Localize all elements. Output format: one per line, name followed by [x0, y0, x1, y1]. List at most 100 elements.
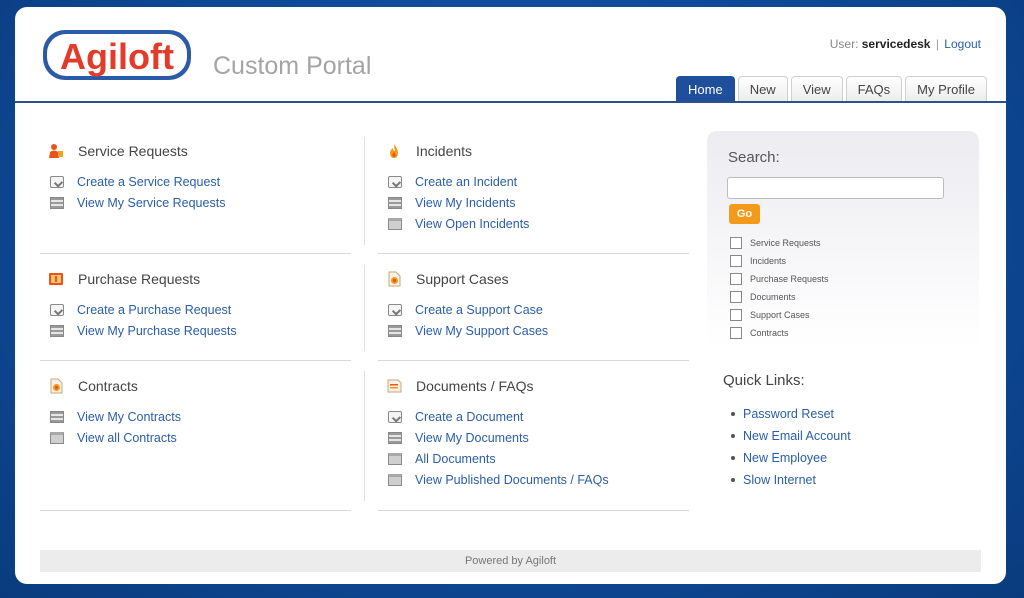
link-text[interactable]: View My Contracts: [77, 410, 181, 424]
username: servicedesk: [861, 37, 931, 51]
filter-label: Documents: [750, 292, 796, 302]
checkbox[interactable]: [730, 291, 742, 303]
tab-new[interactable]: New: [737, 76, 788, 102]
link-text[interactable]: All Documents: [415, 452, 496, 466]
main-tabs: Home New View FAQs My Profile: [676, 76, 987, 102]
tab-faqs[interactable]: FAQs: [845, 76, 903, 102]
link-text[interactable]: Create a Purchase Request: [77, 303, 231, 317]
link-create-purchase-request[interactable]: Create a Purchase Request: [50, 299, 237, 320]
link-text[interactable]: View My Incidents: [415, 196, 516, 210]
tab-home[interactable]: Home: [676, 76, 735, 102]
quick-link-new-email-account[interactable]: New Email Account: [731, 425, 851, 447]
link-text[interactable]: View My Support Cases: [415, 324, 548, 338]
link-view-open-incidents[interactable]: View Open Incidents: [388, 213, 529, 234]
link-text[interactable]: View My Service Requests: [77, 196, 225, 210]
create-icon: [50, 175, 64, 188]
link-text[interactable]: View Open Incidents: [415, 217, 529, 231]
link-view-my-support-cases[interactable]: View My Support Cases: [388, 320, 548, 341]
bullet-icon: [731, 456, 735, 460]
link-text[interactable]: Create a Support Case: [415, 303, 543, 317]
section-divider: [378, 253, 689, 254]
link-text[interactable]: Create a Document: [415, 410, 523, 424]
quick-link-new-employee[interactable]: New Employee: [731, 447, 851, 469]
link-text[interactable]: View all Contracts: [77, 431, 177, 445]
link-view-my-incidents[interactable]: View My Incidents: [388, 192, 529, 213]
link-text[interactable]: View My Documents: [415, 431, 529, 445]
document-icon: [387, 379, 402, 393]
logout-link[interactable]: Logout: [944, 37, 981, 51]
section-service-requests: Service Requests Create a Service Reques…: [40, 141, 225, 213]
go-button[interactable]: Go: [729, 204, 760, 224]
list-view-icon: [388, 324, 402, 337]
link-text[interactable]: View Published Documents / FAQs: [415, 473, 609, 487]
filter-purchase-requests[interactable]: Purchase Requests: [730, 270, 829, 288]
column-divider: [364, 371, 365, 501]
user-bar: User: servicedesk | Logout: [830, 37, 981, 51]
filter-incidents[interactable]: Incidents: [730, 252, 829, 270]
contract-icon: [50, 378, 63, 394]
folder-icon: [388, 452, 402, 465]
link-view-my-documents[interactable]: View My Documents: [388, 427, 609, 448]
portal-card: Agiloft Custom Portal User: servicedesk …: [15, 7, 1006, 584]
list-view-icon: [388, 196, 402, 209]
filter-contracts[interactable]: Contracts: [730, 324, 829, 342]
link-view-my-purchase-requests[interactable]: View My Purchase Requests: [50, 320, 237, 341]
tab-my-profile[interactable]: My Profile: [905, 76, 987, 102]
list-view-icon: [50, 196, 64, 209]
link-view-my-contracts[interactable]: View My Contracts: [50, 406, 181, 427]
user-label: User:: [829, 37, 859, 51]
checkbox[interactable]: [730, 273, 742, 285]
tab-view[interactable]: View: [790, 76, 843, 102]
section-divider: [40, 360, 351, 361]
quick-link-password-reset[interactable]: Password Reset: [731, 403, 851, 425]
checkbox[interactable]: [730, 255, 742, 267]
quick-link-text[interactable]: Password Reset: [743, 407, 834, 421]
filter-documents[interactable]: Documents: [730, 288, 829, 306]
filter-label: Purchase Requests: [750, 274, 829, 284]
link-view-all-contracts[interactable]: View all Contracts: [50, 427, 181, 448]
filter-label: Support Cases: [750, 310, 810, 320]
checkbox[interactable]: [730, 327, 742, 339]
link-view-published-documents[interactable]: View Published Documents / FAQs: [388, 469, 609, 490]
filter-label: Contracts: [750, 328, 789, 338]
agiloft-logo[interactable]: Agiloft: [41, 26, 193, 86]
bullet-icon: [731, 434, 735, 438]
create-icon: [388, 303, 402, 316]
section-purchase-requests: Purchase Requests Create a Purchase Requ…: [40, 269, 237, 341]
checkbox[interactable]: [730, 309, 742, 321]
flame-icon: [390, 144, 398, 158]
link-text[interactable]: Create a Service Request: [77, 175, 220, 189]
link-create-incident[interactable]: Create an Incident: [388, 171, 529, 192]
section-contracts: Contracts View My Contracts View all Con…: [40, 376, 181, 448]
create-icon: [50, 303, 64, 316]
bullet-icon: [731, 412, 735, 416]
folder-icon: [388, 217, 402, 230]
quick-link-text[interactable]: Slow Internet: [743, 473, 816, 487]
section-documents-faqs: Documents / FAQs Create a Document View …: [378, 376, 609, 490]
link-create-support-case[interactable]: Create a Support Case: [388, 299, 548, 320]
filter-support-cases[interactable]: Support Cases: [730, 306, 829, 324]
footer: Powered by Agiloft: [40, 550, 981, 572]
section-title: Documents / FAQs: [416, 378, 534, 394]
link-text[interactable]: View My Purchase Requests: [77, 324, 237, 338]
section-divider: [378, 510, 689, 511]
link-view-my-service-requests[interactable]: View My Service Requests: [50, 192, 225, 213]
quick-link-text[interactable]: New Email Account: [743, 429, 851, 443]
filter-service-requests[interactable]: Service Requests: [730, 234, 829, 252]
link-create-service-request[interactable]: Create a Service Request: [50, 171, 225, 192]
link-all-documents[interactable]: All Documents: [388, 448, 609, 469]
quick-link-text[interactable]: New Employee: [743, 451, 827, 465]
search-filters: Service Requests Incidents Purchase Requ…: [730, 234, 829, 342]
section-support-cases: Support Cases Create a Support Case View…: [378, 269, 548, 341]
portal-title: Custom Portal: [213, 52, 372, 80]
link-text[interactable]: Create an Incident: [415, 175, 517, 189]
quick-link-slow-internet[interactable]: Slow Internet: [731, 469, 851, 491]
search-input[interactable]: [727, 177, 944, 199]
search-label: Search:: [728, 149, 780, 166]
section-title: Contracts: [78, 378, 138, 394]
section-divider: [40, 510, 351, 511]
checkbox[interactable]: [730, 237, 742, 249]
separator: |: [935, 37, 939, 51]
link-create-document[interactable]: Create a Document: [388, 406, 609, 427]
header-divider: [15, 101, 1006, 103]
